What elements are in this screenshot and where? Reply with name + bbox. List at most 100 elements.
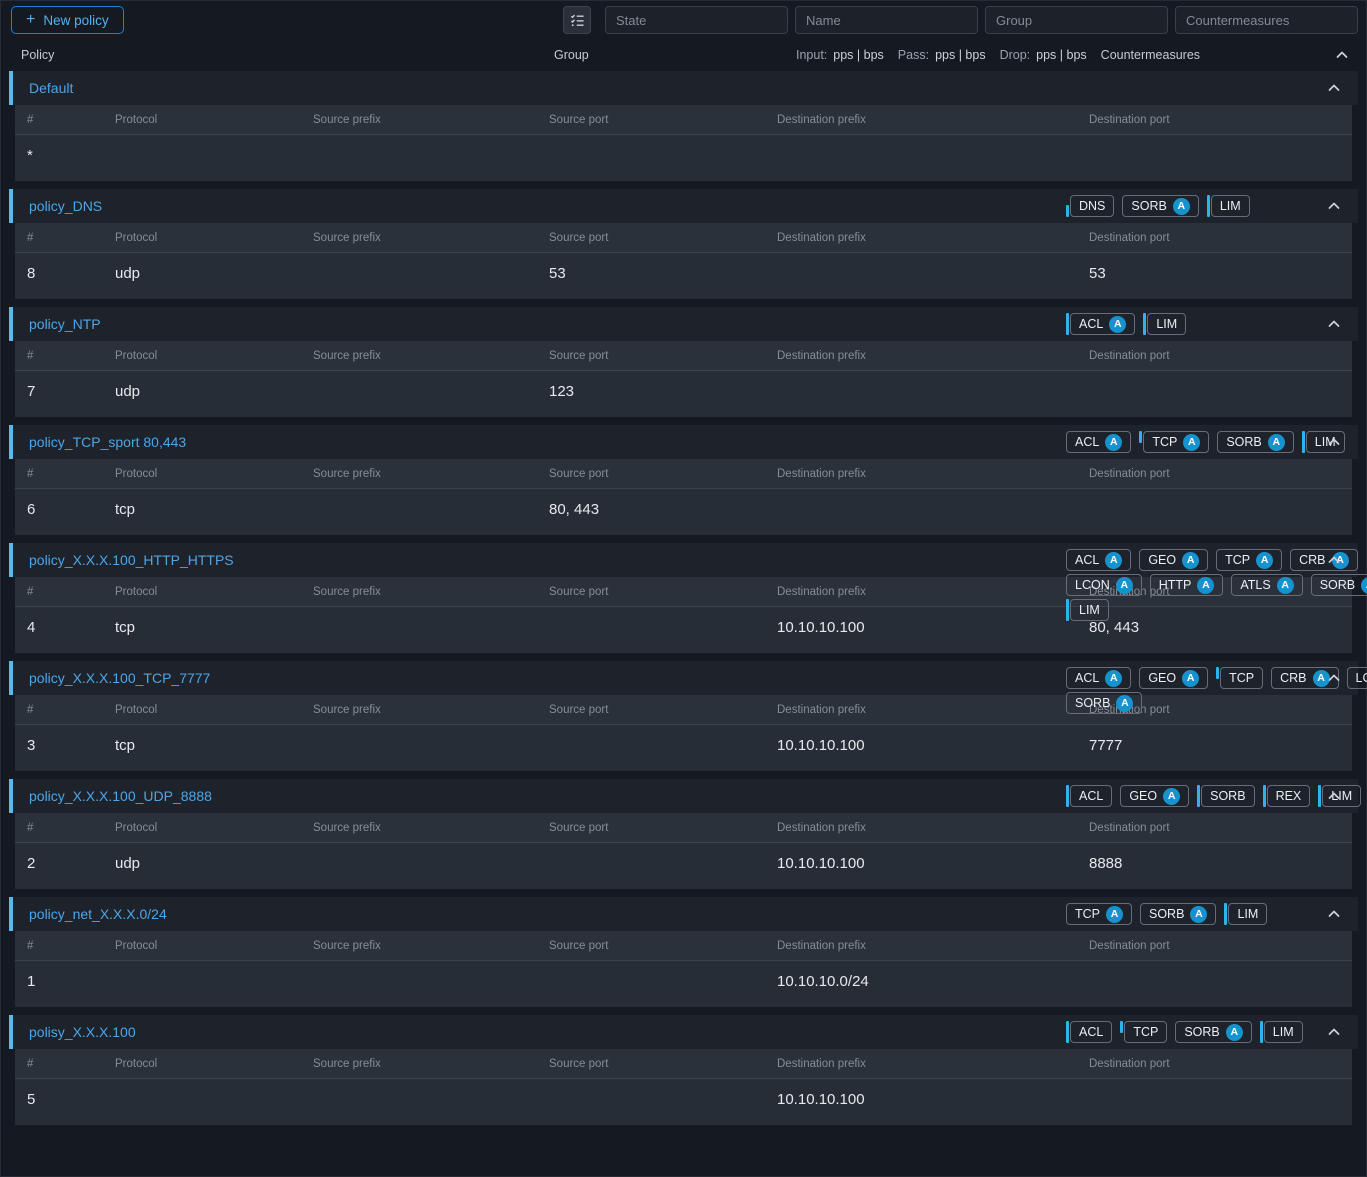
- policy-name[interactable]: polisy_X.X.X.100: [29, 1024, 136, 1040]
- policy-name[interactable]: policy_X.X.X.100_HTTP_HTTPS: [29, 552, 234, 568]
- collapse-section-chevron-icon[interactable]: [1326, 552, 1342, 568]
- badge-label: ACL: [1079, 1025, 1103, 1039]
- countermeasure-badge[interactable]: LIM: [1260, 1021, 1303, 1043]
- auto-mode-icon: A: [1182, 552, 1199, 569]
- countermeasure-badges: ACLAGEOATCPCRBALCONASORBA: [1066, 667, 1367, 714]
- rule-cell-num: 4: [27, 619, 115, 636]
- policy-name[interactable]: policy_X.X.X.100_UDP_8888: [29, 788, 212, 804]
- collapse-section-chevron-icon[interactable]: [1326, 316, 1342, 332]
- collapse-section-chevron-icon[interactable]: [1326, 1024, 1342, 1040]
- countermeasure-badge[interactable]: SORBA: [1122, 195, 1198, 217]
- countermeasure-badge[interactable]: SORBA: [1217, 431, 1293, 453]
- rule-cell-dest_port: 8888: [1089, 855, 1340, 872]
- countermeasure-badge[interactable]: SORBA: [1140, 903, 1216, 925]
- column-header: Destination port: [1089, 1058, 1340, 1070]
- rule-row[interactable]: 2udp10.10.10.1008888: [15, 843, 1352, 883]
- collapse-section-chevron-icon[interactable]: [1326, 670, 1342, 686]
- rule-cell-dest_prefix: 10.10.10.100: [777, 1091, 1089, 1108]
- rule-row[interactable]: 3tcp10.10.10.1007777: [15, 725, 1352, 765]
- collapse-section-chevron-icon[interactable]: [1326, 906, 1342, 922]
- policy-name[interactable]: policy_net_X.X.X.0/24: [29, 906, 167, 922]
- rule-row[interactable]: 110.10.10.0/24: [15, 961, 1352, 1001]
- filter-list-button[interactable]: [563, 6, 591, 34]
- countermeasure-badge[interactable]: ATLSA: [1231, 574, 1302, 596]
- countermeasure-badge[interactable]: GEOA: [1120, 785, 1189, 807]
- policy-name[interactable]: policy_X.X.X.100_TCP_7777: [29, 670, 210, 686]
- countermeasure-badge[interactable]: SORB: [1197, 785, 1254, 807]
- policy-header[interactable]: polisy_X.X.X.100 ACL TCP SORBA LIM: [9, 1015, 1358, 1049]
- countermeasure-badge[interactable]: HTTPA: [1150, 574, 1224, 596]
- rule-cell-dest_prefix: 10.10.10.100: [777, 619, 1089, 636]
- auto-mode-icon: A: [1183, 434, 1200, 451]
- badge-label: GEO: [1148, 671, 1176, 685]
- countermeasure-badge[interactable]: SORBA: [1311, 574, 1367, 596]
- policy-header[interactable]: policy_NTP ACLA LIM: [9, 307, 1358, 341]
- countermeasure-badge[interactable]: ACLA: [1066, 549, 1131, 571]
- badge-label: TCP: [1229, 671, 1254, 685]
- policy-header[interactable]: policy_X.X.X.100_HTTP_HTTPS ACLA GEO A TCPA C…: [9, 543, 1358, 577]
- countermeasure-badge[interactable]: TCPA: [1139, 431, 1209, 453]
- policy-name[interactable]: policy_DNS: [29, 198, 102, 214]
- badge-label: SORB: [1149, 907, 1184, 921]
- countermeasure-badge[interactable]: SORBA: [1175, 1021, 1251, 1043]
- collapse-all-chevron-icon[interactable]: [1334, 47, 1350, 63]
- policy-header[interactable]: Default: [9, 71, 1358, 105]
- collapse-section-chevron-icon[interactable]: [1326, 788, 1342, 804]
- countermeasure-badge[interactable]: LIM: [1224, 903, 1267, 925]
- policy-name[interactable]: Default: [29, 80, 73, 96]
- collapse-section-chevron-icon[interactable]: [1326, 198, 1342, 214]
- new-policy-button[interactable]: + New policy: [11, 6, 124, 34]
- countermeasure-badge[interactable]: ACL: [1066, 785, 1112, 807]
- countermeasure-badge[interactable]: DNS: [1066, 195, 1114, 217]
- policy-name[interactable]: policy_NTP: [29, 316, 101, 332]
- countermeasures-filter-input[interactable]: [1175, 6, 1358, 34]
- badge-label: LCON: [1356, 671, 1367, 685]
- rule-row[interactable]: 6tcp80, 443: [15, 489, 1352, 529]
- countermeasure-badge[interactable]: LIM: [1143, 313, 1186, 335]
- rule-row[interactable]: 7udp123: [15, 371, 1352, 411]
- countermeasure-badge[interactable]: LIM: [1207, 195, 1250, 217]
- rules-table-header: #ProtocolSource prefixSource portDestina…: [15, 223, 1352, 253]
- column-header: #: [27, 704, 115, 716]
- countermeasure-badge[interactable]: LIM: [1066, 599, 1109, 621]
- countermeasure-badge[interactable]: TCP: [1120, 1021, 1167, 1043]
- badge-state-bar: [1143, 313, 1146, 335]
- rule-cell-num: *: [27, 147, 115, 164]
- group-filter-input[interactable]: [985, 6, 1168, 34]
- badge-label: LCON: [1075, 578, 1110, 592]
- collapse-section-chevron-icon[interactable]: [1326, 80, 1342, 96]
- countermeasure-badge[interactable]: LCONA: [1066, 574, 1142, 596]
- countermeasure-badge[interactable]: TCPA: [1066, 903, 1132, 925]
- state-filter-input[interactable]: [605, 6, 788, 34]
- badge-state-bar: [1066, 313, 1069, 335]
- countermeasure-badge[interactable]: CRBA: [1290, 549, 1357, 571]
- countermeasure-badge[interactable]: ACLA: [1066, 667, 1131, 689]
- countermeasure-badge[interactable]: ACLA: [1066, 313, 1135, 335]
- rule-row[interactable]: *: [15, 135, 1352, 175]
- countermeasure-badge[interactable]: LCONA: [1347, 667, 1367, 689]
- active-accent-bar: [9, 661, 13, 695]
- rule-cell-num: 1: [27, 973, 115, 990]
- countermeasure-badge[interactable]: TCPA: [1216, 549, 1282, 571]
- rule-row[interactable]: 510.10.10.100: [15, 1079, 1352, 1119]
- countermeasure-badge[interactable]: ACL: [1066, 1021, 1112, 1043]
- policy-header[interactable]: policy_DNS DNS SORBA LIM: [9, 189, 1358, 223]
- badge-label: GEO: [1148, 553, 1176, 567]
- policy-header[interactable]: policy_TCP_sport 80,443ACLATCPASORBALIM: [9, 425, 1358, 459]
- collapse-section-chevron-icon[interactable]: [1326, 434, 1342, 450]
- policy-header[interactable]: policy_X.X.X.100_UDP_8888ACLGEOASORBREXL…: [9, 779, 1358, 813]
- countermeasure-badge[interactable]: GEOA: [1139, 667, 1208, 689]
- countermeasure-badge[interactable]: TCP: [1216, 667, 1263, 689]
- countermeasure-badge[interactable]: GEO A: [1139, 549, 1208, 571]
- policy-name[interactable]: policy_TCP_sport 80,443: [29, 434, 186, 450]
- policy-header[interactable]: policy_net_X.X.X.0/24TCPASORBALIM: [9, 897, 1358, 931]
- column-header: Destination prefix: [777, 704, 1089, 716]
- policy-header[interactable]: policy_X.X.X.100_TCP_7777ACLAGEOATCPCRBA…: [9, 661, 1358, 695]
- countermeasure-badge[interactable]: ACLA: [1066, 431, 1131, 453]
- rule-row[interactable]: 8udp5353: [15, 253, 1352, 293]
- countermeasure-badge[interactable]: SORBA: [1066, 692, 1142, 714]
- name-filter-input[interactable]: [795, 6, 978, 34]
- countermeasure-badge[interactable]: REX: [1263, 785, 1311, 807]
- column-header: #: [27, 940, 115, 952]
- auto-mode-icon: A: [1106, 906, 1123, 923]
